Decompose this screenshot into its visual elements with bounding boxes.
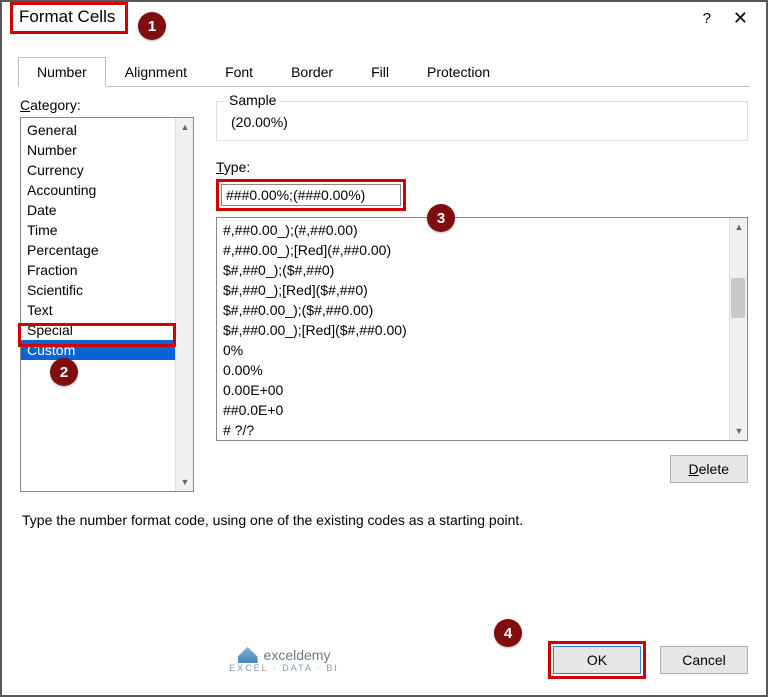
tab-alignment[interactable]: Alignment bbox=[106, 57, 206, 87]
type-input[interactable] bbox=[221, 184, 401, 206]
help-button[interactable]: ? bbox=[703, 10, 711, 27]
category-item-scientific[interactable]: Scientific bbox=[21, 280, 193, 300]
format-item[interactable]: ##0.0E+0 bbox=[217, 400, 747, 420]
close-button[interactable]: ✕ bbox=[733, 8, 748, 29]
format-scrollbar[interactable]: ▲ ▼ bbox=[729, 218, 747, 440]
tab-border[interactable]: Border bbox=[272, 57, 352, 87]
category-item-number[interactable]: Number bbox=[21, 140, 193, 160]
brand-logo-icon bbox=[238, 647, 258, 663]
brand-subtitle: EXCEL · DATA · BI bbox=[229, 663, 339, 673]
category-scrollbar[interactable]: ▲ ▼ bbox=[175, 118, 193, 491]
scroll-down-icon[interactable]: ▼ bbox=[176, 473, 194, 491]
category-item-percentage[interactable]: Percentage bbox=[21, 240, 193, 260]
ok-button[interactable]: OK bbox=[553, 646, 641, 674]
titlebar: Format Cells ? ✕ bbox=[0, 0, 768, 36]
scroll-thumb[interactable] bbox=[731, 278, 745, 318]
callout-4: 4 bbox=[494, 619, 522, 647]
format-item[interactable]: $#,##0_);($#,##0) bbox=[217, 260, 747, 280]
type-label: Type: bbox=[216, 159, 748, 175]
sample-label: Sample bbox=[225, 92, 280, 108]
format-item[interactable]: # ??/?? bbox=[217, 440, 747, 441]
callout-3: 3 bbox=[427, 204, 455, 232]
brand-name: exceldemy bbox=[264, 647, 331, 663]
format-item[interactable]: #,##0.00_);(#,##0.00) bbox=[217, 220, 747, 240]
format-item[interactable]: 0% bbox=[217, 340, 747, 360]
category-item-currency[interactable]: Currency bbox=[21, 160, 193, 180]
ok-highlight: OK bbox=[548, 641, 646, 679]
custom-highlight-box bbox=[18, 323, 176, 347]
category-item-fraction[interactable]: Fraction bbox=[21, 260, 193, 280]
tab-font[interactable]: Font bbox=[206, 57, 272, 87]
cancel-button[interactable]: Cancel bbox=[660, 646, 748, 674]
format-item[interactable]: 0.00% bbox=[217, 360, 747, 380]
category-item-general[interactable]: General bbox=[21, 120, 193, 140]
category-item-time[interactable]: Time bbox=[21, 220, 193, 240]
format-listbox[interactable]: #,##0.00_);(#,##0.00) #,##0.00_);[Red](#… bbox=[216, 217, 748, 441]
category-listbox[interactable]: General Number Currency Accounting Date … bbox=[20, 117, 194, 492]
category-item-date[interactable]: Date bbox=[21, 200, 193, 220]
tab-number[interactable]: Number bbox=[18, 57, 106, 87]
sample-value: (20.00%) bbox=[227, 114, 737, 130]
callout-1: 1 bbox=[138, 12, 166, 40]
format-item[interactable]: $#,##0_);[Red]($#,##0) bbox=[217, 280, 747, 300]
category-item-accounting[interactable]: Accounting bbox=[21, 180, 193, 200]
type-input-highlight bbox=[216, 179, 406, 211]
scroll-down-icon[interactable]: ▼ bbox=[730, 422, 748, 440]
format-item[interactable]: 0.00E+00 bbox=[217, 380, 747, 400]
tabs-bar: Number Alignment Font Border Fill Protec… bbox=[18, 56, 768, 86]
dialog-title: Format Cells bbox=[10, 2, 128, 34]
tab-fill[interactable]: Fill bbox=[352, 57, 408, 87]
format-item[interactable]: #,##0.00_);[Red](#,##0.00) bbox=[217, 240, 747, 260]
delete-button[interactable]: Delete bbox=[670, 455, 748, 483]
format-item[interactable]: $#,##0.00_);[Red]($#,##0.00) bbox=[217, 320, 747, 340]
scroll-up-icon[interactable]: ▲ bbox=[176, 118, 194, 136]
format-item[interactable]: # ?/? bbox=[217, 420, 747, 440]
watermark: exceldemy EXCEL · DATA · BI bbox=[20, 647, 548, 673]
category-label: Category: bbox=[20, 97, 194, 113]
sample-box: Sample (20.00%) bbox=[216, 101, 748, 141]
format-item[interactable]: $#,##0.00_);($#,##0.00) bbox=[217, 300, 747, 320]
hint-text: Type the number format code, using one o… bbox=[22, 512, 746, 528]
callout-2: 2 bbox=[50, 358, 78, 386]
tab-protection[interactable]: Protection bbox=[408, 57, 509, 87]
scroll-up-icon[interactable]: ▲ bbox=[730, 218, 748, 236]
category-item-text[interactable]: Text bbox=[21, 300, 193, 320]
